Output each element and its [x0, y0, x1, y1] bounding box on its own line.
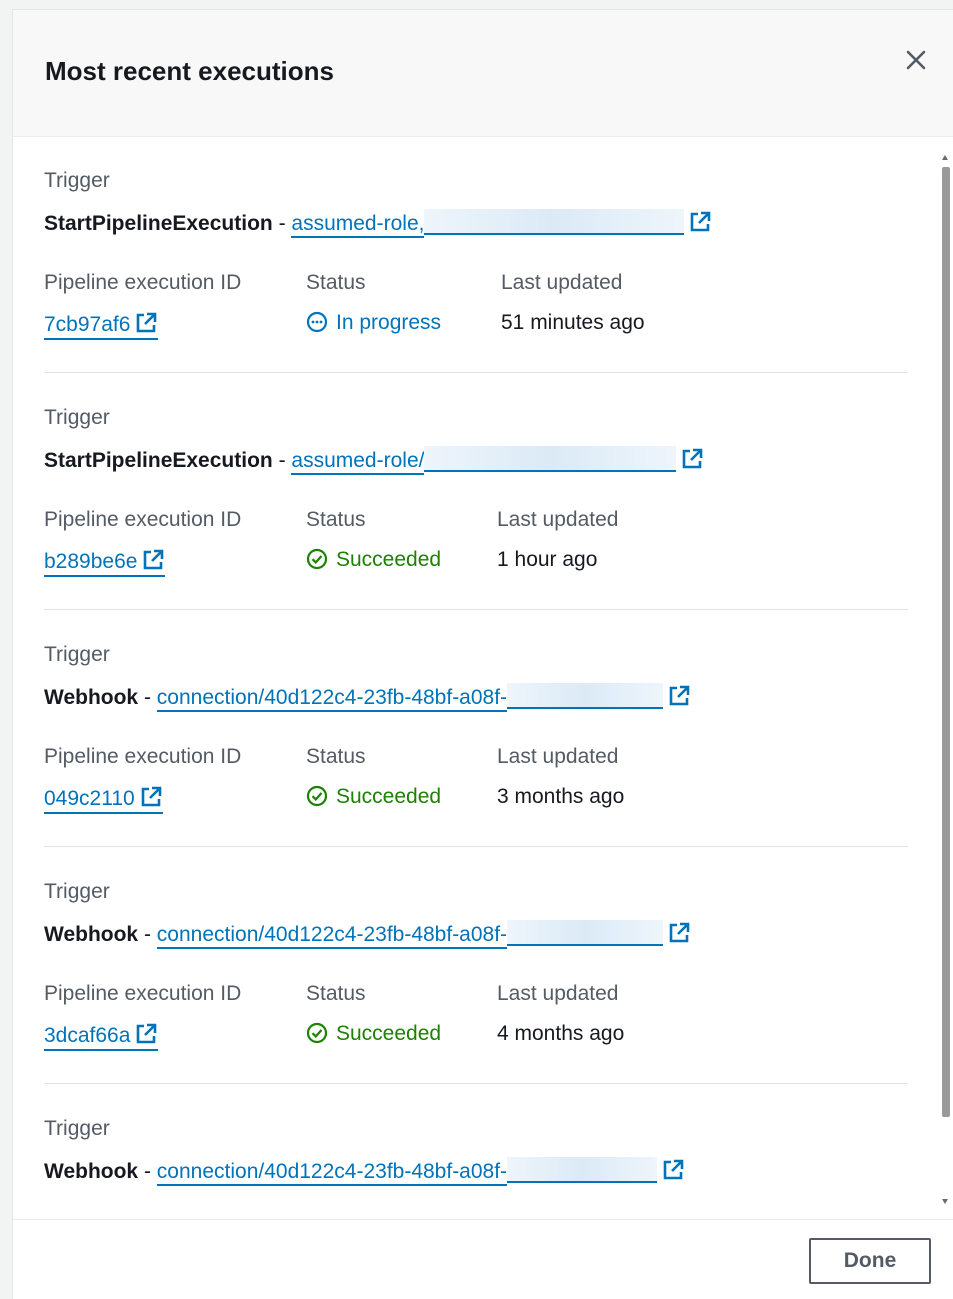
execution-id-text: b289be6e [44, 550, 138, 573]
in-progress-icon [306, 311, 328, 333]
status-label: Status [306, 508, 366, 531]
redacted-text [507, 683, 664, 709]
divider [44, 846, 908, 847]
check-circle-icon [306, 1022, 328, 1044]
execution-id-text: 3dcaf66a [44, 1024, 131, 1047]
trigger-separator: - [272, 212, 292, 235]
trigger-row: Webhook - connection/40d122c4-23fb-48bf-… [44, 1157, 685, 1186]
trigger-label: Trigger [44, 406, 110, 429]
trigger-separator: - [272, 449, 292, 472]
execution-id-link[interactable]: 3dcaf66a [44, 1022, 159, 1051]
status-label: Status [306, 982, 366, 1005]
redacted-text [424, 446, 677, 472]
status-label: Status [306, 271, 366, 294]
last-updated-label: Last updated [497, 982, 619, 1005]
done-button[interactable]: Done [809, 1238, 931, 1284]
trigger-separator: - [138, 923, 157, 946]
trigger-label: Trigger [44, 880, 110, 903]
execution-id-link[interactable]: b289be6e [44, 548, 166, 577]
external-link-icon[interactable] [134, 311, 158, 335]
modal-title: Most recent executions [45, 56, 334, 86]
last-updated-value: 4 months ago [497, 1022, 625, 1045]
trigger-type: Webhook [44, 1160, 139, 1183]
status-indicator: Succeeded [306, 1022, 441, 1046]
trigger-type: StartPipelineExecution [44, 449, 273, 472]
last-updated-value: 51 minutes ago [501, 311, 645, 334]
check-circle-icon [306, 548, 328, 570]
last-updated-value: 1 hour ago [497, 548, 598, 571]
modal-header: Most recent executions [13, 10, 953, 137]
divider [44, 609, 908, 610]
execution-item: Trigger StartPipelineExecution - assumed… [44, 137, 908, 374]
external-link-icon[interactable] [134, 1022, 158, 1046]
trigger-source-link[interactable]: connection/40d122c4-23fb-48bf-a08f- [156, 1160, 508, 1186]
status-text: Succeeded [336, 785, 442, 808]
external-link-icon[interactable] [139, 785, 163, 809]
scroll-up-arrow[interactable] [942, 155, 948, 160]
trigger-row: Webhook - connection/40d122c4-23fb-48bf-… [44, 920, 691, 949]
last-updated-value: 3 months ago [497, 785, 625, 808]
trigger-type: StartPipelineExecution [44, 212, 273, 235]
execution-item: Trigger Webhook - connection/40d122c4-23… [44, 611, 908, 848]
trigger-type: Webhook [44, 686, 139, 709]
divider [44, 372, 908, 373]
execution-id-label: Pipeline execution ID [44, 745, 242, 768]
trigger-type: Webhook [44, 923, 139, 946]
status-indicator: In progress [306, 311, 441, 335]
last-updated-label: Last updated [501, 271, 623, 294]
external-link-icon[interactable] [667, 684, 691, 708]
trigger-source-link[interactable]: connection/40d122c4-23fb-48bf-a08f- [156, 923, 508, 949]
trigger-source-link[interactable]: assumed-role/ [291, 449, 425, 475]
execution-id-text: 7cb97af6 [44, 313, 131, 336]
execution-id-link[interactable]: 049c2110 [44, 785, 163, 814]
execution-id-text: 049c2110 [44, 787, 135, 810]
external-link-icon[interactable] [680, 447, 704, 471]
trigger-row: StartPipelineExecution - assumed-role, [44, 209, 712, 238]
status-label: Status [306, 745, 366, 768]
execution-item: Trigger Webhook - connection/40d122c4-23… [44, 1085, 908, 1219]
external-link-icon[interactable] [667, 921, 691, 945]
scrollbar[interactable] [940, 147, 950, 1207]
trigger-label: Trigger [44, 1117, 110, 1140]
trigger-source-link[interactable]: assumed-role, [291, 212, 425, 238]
execution-id-link[interactable]: 7cb97af6 [44, 311, 159, 340]
redacted-text [507, 1157, 658, 1183]
modal-footer: Done [13, 1219, 953, 1299]
execution-item: Trigger StartPipelineExecution - assumed… [44, 374, 908, 611]
trigger-label: Trigger [44, 169, 110, 192]
status-indicator: Succeeded [306, 785, 441, 809]
executions-list: Trigger StartPipelineExecution - assumed… [13, 137, 953, 1219]
status-text: Succeeded [336, 548, 442, 571]
status-indicator: Succeeded [306, 548, 441, 572]
execution-id-label: Pipeline execution ID [44, 271, 242, 294]
check-circle-icon [306, 785, 328, 807]
trigger-separator: - [138, 686, 157, 709]
status-text: In progress [336, 311, 442, 334]
trigger-row: Webhook - connection/40d122c4-23fb-48bf-… [44, 683, 691, 712]
trigger-source-link[interactable]: connection/40d122c4-23fb-48bf-a08f- [156, 686, 508, 712]
last-updated-label: Last updated [497, 745, 619, 768]
execution-id-label: Pipeline execution ID [44, 508, 242, 531]
close-icon[interactable] [902, 46, 930, 74]
last-updated-label: Last updated [497, 508, 619, 531]
execution-id-label: Pipeline execution ID [44, 982, 242, 1005]
external-link-icon[interactable] [661, 1158, 685, 1182]
trigger-label: Trigger [44, 643, 110, 666]
redacted-text [507, 920, 664, 946]
external-link-icon[interactable] [688, 210, 712, 234]
execution-item: Trigger Webhook - connection/40d122c4-23… [44, 848, 908, 1085]
trigger-row: StartPipelineExecution - assumed-role/ [44, 446, 704, 475]
external-link-icon[interactable] [141, 548, 165, 572]
trigger-separator: - [138, 1160, 157, 1183]
executions-modal: Most recent executions Trigger StartPipe… [13, 10, 953, 1299]
divider [44, 1083, 908, 1084]
scroll-down-arrow[interactable] [942, 1199, 948, 1204]
scrollbar-thumb[interactable] [942, 167, 950, 1117]
redacted-text [424, 209, 685, 235]
status-text: Succeeded [336, 1022, 442, 1045]
